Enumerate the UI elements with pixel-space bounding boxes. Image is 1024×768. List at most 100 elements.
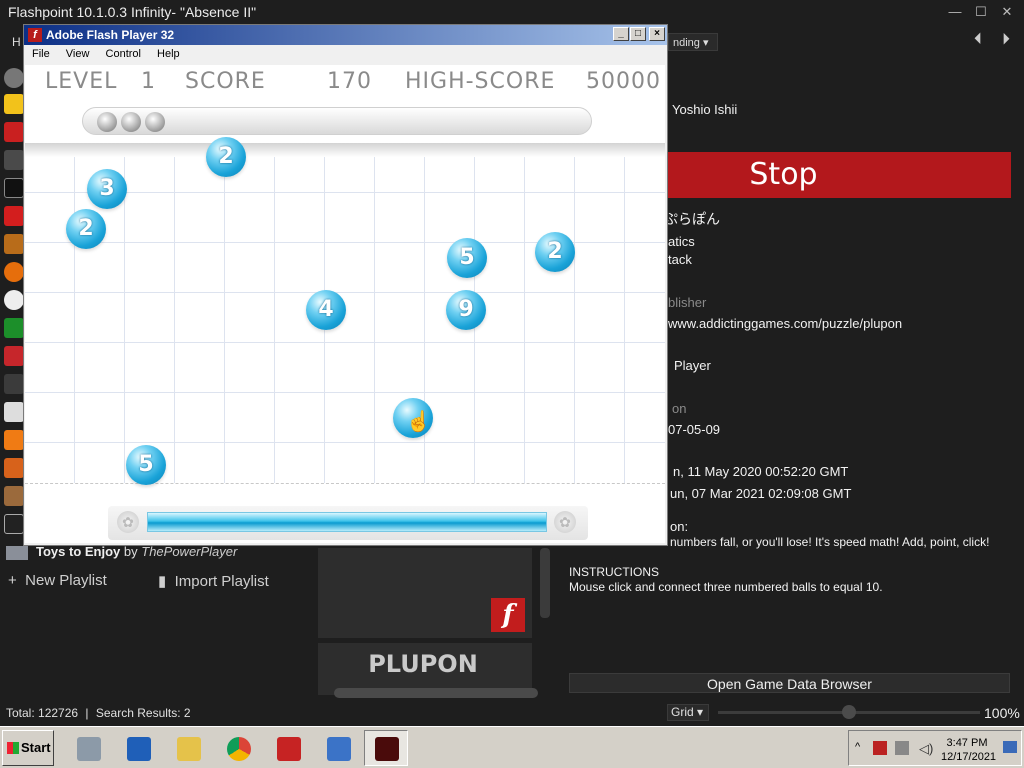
tray-expand-icon[interactable]: ^ bbox=[855, 741, 860, 753]
menu-view[interactable]: View bbox=[61, 48, 95, 60]
maximize-button[interactable]: ☐ bbox=[968, 2, 994, 22]
taskbar-server-icon[interactable] bbox=[66, 730, 110, 766]
network-icon[interactable] bbox=[895, 741, 909, 755]
notes-text: numbers fall, or you'll lose! It's speed… bbox=[670, 535, 990, 549]
game-stage[interactable]: LEVEL 1 SCORE 170 HIGH-SCORE 50000 2 3 2… bbox=[25, 65, 665, 543]
taskbar-chrome-icon[interactable] bbox=[216, 730, 260, 766]
flash-window-title: Adobe Flash Player 32 bbox=[46, 28, 175, 42]
minimize-button[interactable]: — bbox=[942, 2, 968, 22]
number-ball[interactable]: 2 bbox=[206, 137, 246, 177]
number-ball[interactable]: 2 bbox=[66, 209, 106, 249]
flash-menu-bar: File View Control Help bbox=[24, 45, 667, 64]
new-playlist-button[interactable]: + New Playlist bbox=[8, 572, 107, 589]
game-thumb-icon[interactable] bbox=[4, 318, 24, 338]
app-title: Flashpoint 10.1.0.3 Infinity- "Absence I… bbox=[0, 0, 1024, 24]
sort-dropdown[interactable]: nding ▾ bbox=[668, 33, 718, 51]
number-ball[interactable]: 5 bbox=[126, 445, 166, 485]
clock-date: 12/17/2021 bbox=[941, 751, 997, 763]
game-thumb-icon[interactable] bbox=[4, 458, 24, 478]
start-button[interactable]: Start bbox=[2, 730, 54, 766]
game-thumb-icon[interactable] bbox=[4, 374, 24, 394]
taskbar-folder-icon[interactable] bbox=[166, 730, 210, 766]
taskbar: Start ^ ◁) 3:47 PM 12/17/2021 bbox=[0, 726, 1024, 768]
notes-label: on: bbox=[670, 519, 689, 534]
date-modified: un, 07 Mar 2021 02:09:08 GMT bbox=[670, 486, 852, 501]
menu-stub[interactable]: H bbox=[12, 35, 21, 49]
game-thumb-icon[interactable] bbox=[4, 486, 24, 506]
show-desktop-icon[interactable] bbox=[1003, 741, 1017, 753]
game-thumb-icon[interactable] bbox=[4, 430, 24, 450]
game-thumb-icon[interactable] bbox=[4, 234, 24, 254]
total-count: Total: 122726 bbox=[6, 706, 79, 720]
flash-close-button[interactable]: × bbox=[649, 27, 665, 41]
file-icon: ▮ bbox=[158, 573, 167, 590]
game-thumb-icon[interactable] bbox=[4, 514, 24, 534]
hand-cursor-icon: ☝ bbox=[406, 411, 431, 433]
menu-control[interactable]: Control bbox=[101, 48, 146, 60]
clock-time: 3:47 PM bbox=[946, 737, 988, 749]
game-thumb-icon[interactable] bbox=[4, 178, 24, 198]
playlist-author: ThePowerPlayer bbox=[141, 544, 238, 559]
number-ball[interactable]: 9 bbox=[446, 290, 486, 330]
game-thumb-icon[interactable] bbox=[4, 290, 24, 310]
level-label: LEVEL bbox=[45, 69, 118, 94]
prev-page-button[interactable]: ⏴ bbox=[968, 30, 988, 50]
eye-icon[interactable] bbox=[4, 68, 24, 88]
danger-line bbox=[25, 483, 665, 484]
play-grid-top-edge bbox=[25, 143, 665, 157]
plus-icon: + bbox=[8, 572, 17, 589]
security-alert-icon[interactable] bbox=[873, 741, 887, 755]
star-icon[interactable] bbox=[4, 94, 24, 114]
search-results-count: Search Results: 2 bbox=[95, 706, 191, 720]
taskbar-flashpoint-icon[interactable] bbox=[266, 730, 310, 766]
number-ball[interactable]: 3 bbox=[87, 169, 127, 209]
taskbar-window-icon[interactable] bbox=[316, 730, 360, 766]
system-tray: ^ ◁) 3:47 PM 12/17/2021 bbox=[848, 730, 1022, 766]
playlist-icon bbox=[6, 545, 28, 560]
next-page-button[interactable]: ⏵ bbox=[996, 30, 1016, 50]
close-button[interactable]: ✕ bbox=[994, 2, 1020, 22]
timer-bar bbox=[147, 512, 547, 532]
life-ball-icon bbox=[145, 112, 165, 132]
import-playlist-button[interactable]: ▮ Import Playlist bbox=[158, 572, 269, 590]
game-thumb-icon[interactable] bbox=[4, 402, 24, 422]
game-thumb-icon[interactable] bbox=[4, 206, 24, 226]
playlist-name: Toys to Enjoy bbox=[36, 544, 121, 559]
tags-line-2: tack bbox=[668, 252, 692, 267]
view-mode-dropdown[interactable]: Grid ▾ bbox=[667, 704, 709, 721]
game-thumb-icon[interactable] bbox=[4, 150, 24, 170]
number-ball[interactable]: 2 bbox=[535, 232, 575, 272]
date-added: n, 11 May 2020 00:52:20 GMT bbox=[673, 464, 849, 479]
game-thumb-icon[interactable] bbox=[4, 346, 24, 366]
zoom-percent: 100% bbox=[984, 705, 1020, 721]
score-value: 170 bbox=[327, 69, 372, 94]
menu-help[interactable]: Help bbox=[152, 48, 185, 60]
game-thumb-icon[interactable] bbox=[4, 122, 24, 142]
flash-maximize-button[interactable]: □ bbox=[630, 27, 646, 41]
vertical-scrollbar[interactable] bbox=[540, 548, 550, 618]
release-date: 07-05-09 bbox=[668, 422, 721, 437]
flash-minimize-button[interactable]: _ bbox=[613, 27, 629, 41]
timer-right-cap-icon: ✿ bbox=[554, 511, 576, 533]
volume-icon[interactable]: ◁) bbox=[919, 741, 933, 757]
game-thumb-icon[interactable] bbox=[4, 262, 24, 282]
playlist-item[interactable]: Toys to Enjoy by ThePowerPlayer bbox=[6, 544, 237, 562]
clock[interactable]: 3:47 PM 12/17/2021 bbox=[941, 736, 997, 764]
open-game-data-browser-button[interactable]: Open Game Data Browser bbox=[569, 673, 1010, 693]
platform-value: Player bbox=[674, 358, 711, 373]
taskbar-powershell-icon[interactable] bbox=[116, 730, 160, 766]
publisher-label: blisher bbox=[668, 295, 707, 310]
number-ball[interactable]: 4 bbox=[306, 290, 346, 330]
life-ball-icon bbox=[97, 112, 117, 132]
menu-file[interactable]: File bbox=[27, 48, 55, 60]
instructions-label: INSTRUCTIONS bbox=[569, 565, 659, 579]
number-ball[interactable]: 5 bbox=[447, 238, 487, 278]
zoom-slider-thumb[interactable] bbox=[842, 705, 856, 719]
source-url[interactable]: www.addictinggames.com/puzzle/plupon bbox=[668, 316, 902, 331]
taskbar-flash-player-icon[interactable] bbox=[364, 730, 408, 766]
flash-title-bar[interactable]: f Adobe Flash Player 32 bbox=[24, 25, 667, 45]
developer-value: Yoshio Ishii bbox=[672, 102, 738, 117]
horizontal-scrollbar[interactable] bbox=[334, 688, 538, 698]
level-value: 1 bbox=[141, 69, 156, 94]
version-label: on bbox=[672, 401, 687, 416]
